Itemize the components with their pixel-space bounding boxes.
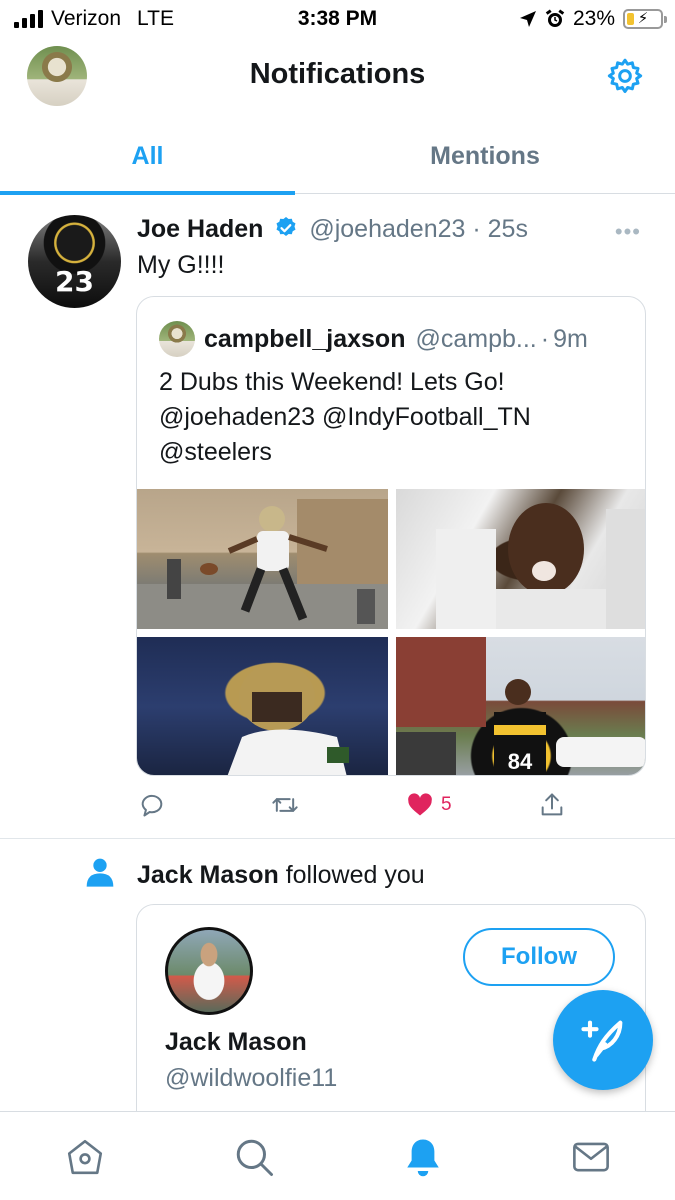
notification-tabs: All Mentions [0, 118, 675, 195]
tweet-separator: · [472, 215, 481, 243]
tweet[interactable]: 23 Joe Haden @joehaden23 · 25s ••• My G!… [0, 195, 675, 839]
quoted-tweet[interactable]: campbell_jaxson @campb... · 9m 2 Dubs th… [136, 296, 646, 776]
retweet-icon [272, 798, 298, 812]
tweet-author-avatar[interactable]: 23 [28, 215, 121, 308]
follow-button[interactable]: Follow [463, 928, 615, 986]
gear-icon[interactable] [605, 56, 645, 96]
tweet-author-handle[interactable]: @joehaden23 [309, 215, 465, 243]
nav-home[interactable] [64, 1136, 106, 1178]
retweet-button[interactable] [271, 790, 299, 820]
battery-percent: 23% [572, 7, 615, 30]
header: Notifications [0, 38, 675, 118]
person-icon [86, 858, 114, 887]
quoted-text-line: 2 Dubs this Weekend! Lets Go! [159, 368, 505, 396]
follow-text: Jack Mason followed you [137, 861, 425, 890]
compose-feather-icon [581, 1020, 623, 1062]
photo-football-player-jumping[interactable] [137, 489, 388, 629]
compose-tweet-button[interactable] [553, 990, 653, 1090]
avatar-jersey-number: 23 [55, 265, 94, 298]
like-count: 5 [441, 794, 452, 815]
charging-bolt-icon: ⚡ [637, 10, 649, 27]
more-options-icon[interactable]: ••• [615, 219, 641, 245]
quoted-author-handle: @campb... [415, 324, 537, 353]
alarm-icon [545, 9, 565, 27]
verified-badge-icon [276, 217, 296, 236]
tab-all[interactable]: All [0, 118, 295, 195]
status-bar: Verizon LTE 3:38 PM 23% ⚡ [0, 0, 675, 38]
heart-icon [408, 793, 432, 816]
user-card-name: Jack Mason [165, 1028, 307, 1056]
reply-icon [141, 794, 163, 817]
search-icon [236, 1139, 273, 1176]
tweet-text: My G!!!! [137, 251, 225, 279]
mail-icon [573, 1142, 609, 1172]
nav-notifications[interactable] [402, 1136, 444, 1178]
quoted-author-avatar [159, 321, 195, 357]
tweet-header: Joe Haden @joehaden23 · 25s [137, 215, 528, 244]
nav-messages[interactable] [570, 1136, 612, 1178]
home-icon [67, 1139, 103, 1175]
quoted-author-name: campbell_jaxson [204, 324, 406, 353]
bell-icon [407, 1139, 439, 1177]
share-button[interactable] [538, 790, 566, 820]
nav-search[interactable] [233, 1136, 275, 1178]
reply-button[interactable] [138, 790, 166, 820]
location-arrow-icon [519, 11, 536, 27]
media-grid: 84 [137, 489, 645, 775]
status-right: 23% ⚡ [519, 7, 667, 31]
quoted-text-line: @joehaden23 @IndyFootball_TN [159, 403, 531, 431]
photo-player-gold-helmet[interactable] [137, 637, 388, 775]
user-card-avatar[interactable] [165, 927, 253, 1015]
bottom-navigation [0, 1111, 675, 1200]
quoted-separator: · [540, 324, 550, 353]
svg-text:84: 84 [508, 749, 533, 774]
user-card-handle: @wildwoolfie11 [165, 1064, 338, 1092]
photo-celebrating-player[interactable] [396, 489, 645, 629]
quoted-tweet-header: campbell_jaxson @campb... · 9m [159, 321, 588, 357]
quoted-tweet-text: 2 Dubs this Weekend! Lets Go! @joehaden2… [159, 365, 629, 470]
tweet-actions: 5 [136, 790, 586, 820]
follower-name[interactable]: Jack Mason [137, 861, 279, 889]
follow-action-text: followed you [278, 861, 425, 889]
share-icon [541, 793, 563, 816]
quoted-timestamp: 9m [553, 324, 588, 353]
page-title: Notifications [249, 58, 426, 90]
photo-steelers-jersey[interactable]: 84 [396, 637, 645, 775]
battery-icon: ⚡ [623, 9, 667, 29]
like-button[interactable]: 5 [406, 790, 452, 820]
quoted-text-line: @steelers [159, 438, 272, 466]
tab-mentions[interactable]: Mentions [340, 118, 630, 194]
tweet-author-name[interactable]: Joe Haden [137, 215, 263, 243]
tweet-timestamp: 25s [487, 215, 528, 243]
